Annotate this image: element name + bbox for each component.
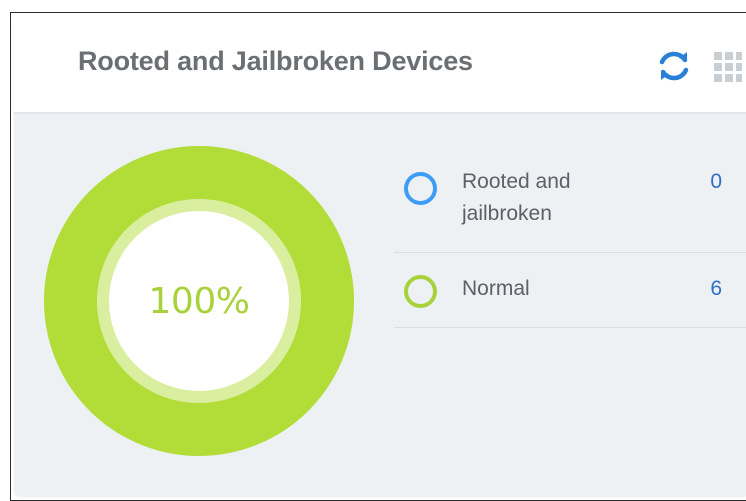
- widget-title: Rooted and Jailbroken Devices: [78, 46, 473, 76]
- legend-value: 0: [710, 170, 722, 193]
- circle-icon: [404, 172, 437, 205]
- legend-item-rooted[interactable]: Rooted and jailbroken 0: [394, 156, 746, 253]
- refresh-icon[interactable]: [654, 46, 694, 86]
- legend: Rooted and jailbroken 0 Normal 6: [394, 156, 746, 328]
- legend-value: 6: [710, 277, 722, 300]
- donut-chart: 100%: [44, 146, 354, 456]
- rooted-jailbroken-widget: Rooted and Jailbroken Devices 100% Roote…: [14, 16, 746, 496]
- legend-label: Rooted and jailbroken: [462, 170, 571, 225]
- grid-drag-icon[interactable]: [714, 52, 742, 82]
- donut-center-label: 100%: [148, 280, 250, 322]
- widget-header: Rooted and Jailbroken Devices: [14, 16, 746, 114]
- legend-label: Normal: [462, 277, 530, 300]
- legend-item-normal[interactable]: Normal 6: [394, 253, 746, 328]
- circle-icon: [404, 275, 437, 308]
